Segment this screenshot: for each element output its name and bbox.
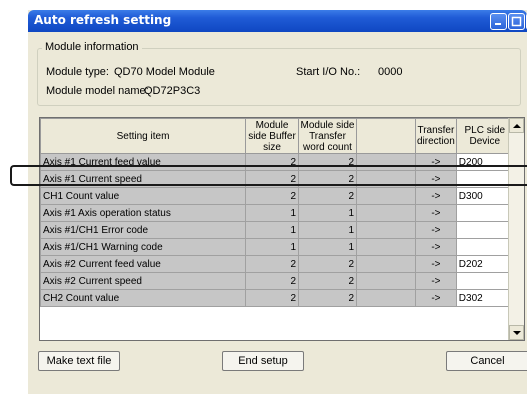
- blank-cell: [356, 187, 416, 205]
- transfer-direction-cell: ->: [415, 255, 457, 273]
- transfer-direction-cell: ->: [415, 221, 457, 239]
- blank-cell: [356, 272, 416, 290]
- transfer-direction-cell: ->: [415, 238, 457, 256]
- transfer-word-count-cell: 2: [298, 187, 357, 205]
- module-type-label: Module type:: [46, 66, 109, 78]
- transfer-word-count-cell: 2: [298, 153, 357, 171]
- transfer-direction-cell: ->: [415, 289, 457, 307]
- transfer-direction-cell: ->: [415, 187, 457, 205]
- header-buffer-size: Module side Buffer size: [245, 118, 299, 154]
- buffer-size-cell: 2: [245, 153, 299, 171]
- blank-cell: [356, 221, 416, 239]
- buffer-size-cell: 1: [245, 204, 299, 222]
- transfer-direction-cell: ->: [415, 272, 457, 290]
- scroll-up-icon[interactable]: [509, 118, 524, 133]
- transfer-word-count-cell: 2: [298, 255, 357, 273]
- scroll-down-icon[interactable]: [509, 325, 524, 340]
- module-model-label: Module model name:: [46, 85, 149, 97]
- module-model-value: QD72P3C3: [144, 85, 201, 97]
- setting-item-cell: CH2 Count value: [40, 289, 246, 307]
- transfer-word-count-cell: 1: [298, 221, 357, 239]
- table-row[interactable]: Axis #1/CH1 Warning code 1 1 ->: [40, 238, 514, 256]
- buffer-size-cell: 2: [245, 289, 299, 307]
- maximize-icon[interactable]: [508, 13, 525, 30]
- header-setting-item: Setting item: [40, 118, 246, 154]
- transfer-word-count-cell: 1: [298, 204, 357, 222]
- settings-table: Setting item Module side Buffer size Mod…: [40, 118, 514, 307]
- plc-device-cell[interactable]: D202: [455, 255, 514, 273]
- transfer-word-count-cell: 2: [298, 289, 357, 307]
- buffer-size-cell: 2: [245, 187, 299, 205]
- plc-device-cell[interactable]: [455, 238, 514, 256]
- table-row[interactable]: Axis #2 Current speed 2 2 ->: [40, 272, 514, 290]
- make-text-file-button[interactable]: Make text file: [38, 351, 120, 371]
- table-row[interactable]: Axis #2 Current feed value 2 2 -> D202: [40, 255, 514, 273]
- auto-refresh-grid[interactable]: Setting item Module side Buffer size Mod…: [39, 117, 525, 341]
- transfer-direction-cell: ->: [415, 170, 457, 188]
- setting-item-cell: Axis #1/CH1 Warning code: [40, 238, 246, 256]
- table-row[interactable]: Axis #1 Current feed value 2 2 -> D200: [40, 153, 514, 171]
- transfer-direction-cell: ->: [415, 204, 457, 222]
- setting-item-cell: Axis #2 Current feed value: [40, 255, 246, 273]
- blank-cell: [356, 289, 416, 307]
- setting-item-cell: Axis #1 Axis operation status: [40, 204, 246, 222]
- transfer-direction-cell: ->: [415, 153, 457, 171]
- table-row[interactable]: Axis #1 Current speed 2 2 ->: [40, 170, 514, 188]
- auto-refresh-dialog: Auto refresh setting Module information …: [28, 10, 527, 394]
- header-transfer-word-count: Module side Transfer word count: [298, 118, 357, 154]
- blank-cell: [356, 204, 416, 222]
- module-information-legend: Module information: [42, 41, 142, 53]
- table-row[interactable]: Axis #1 Axis operation status 1 1 ->: [40, 204, 514, 222]
- buffer-size-cell: 2: [245, 170, 299, 188]
- table-row[interactable]: Axis #1/CH1 Error code 1 1 ->: [40, 221, 514, 239]
- end-setup-button[interactable]: End setup: [222, 351, 304, 371]
- header-transfer-direction: Transfer direction: [415, 118, 457, 154]
- transfer-word-count-cell: 2: [298, 170, 357, 188]
- buffer-size-cell: 1: [245, 238, 299, 256]
- blank-cell: [356, 153, 416, 171]
- plc-device-cell[interactable]: D200: [455, 153, 514, 171]
- table-row[interactable]: CH2 Count value 2 2 -> D302: [40, 289, 514, 307]
- plc-device-cell[interactable]: [455, 272, 514, 290]
- setting-item-cell: Axis #2 Current speed: [40, 272, 246, 290]
- header-blank: [356, 118, 416, 154]
- setting-item-cell: CH1 Count value: [40, 187, 246, 205]
- plc-device-cell[interactable]: [455, 170, 514, 188]
- buffer-size-cell: 2: [245, 255, 299, 273]
- minimize-icon[interactable]: [490, 13, 507, 30]
- cancel-button[interactable]: Cancel: [446, 351, 527, 371]
- setting-item-cell: Axis #1 Current speed: [40, 170, 246, 188]
- plc-device-cell[interactable]: D302: [455, 289, 514, 307]
- title-bar[interactable]: Auto refresh setting: [28, 10, 527, 32]
- buffer-size-cell: 1: [245, 221, 299, 239]
- transfer-word-count-cell: 1: [298, 238, 357, 256]
- table-row[interactable]: CH1 Count value 2 2 -> D300: [40, 187, 514, 205]
- window-title: Auto refresh setting: [34, 13, 172, 27]
- setting-item-cell: Axis #1 Current feed value: [40, 153, 246, 171]
- plc-device-cell[interactable]: [455, 204, 514, 222]
- setting-item-cell: Axis #1/CH1 Error code: [40, 221, 246, 239]
- plc-device-cell[interactable]: D300: [455, 187, 514, 205]
- module-type-value: QD70 Model Module: [114, 66, 215, 78]
- transfer-word-count-cell: 2: [298, 272, 357, 290]
- buffer-size-cell: 2: [245, 272, 299, 290]
- header-plc-device: PLC side Device: [455, 118, 514, 154]
- blank-cell: [356, 255, 416, 273]
- module-information-group: [37, 48, 521, 106]
- start-io-value: 0000: [378, 66, 403, 78]
- blank-cell: [356, 238, 416, 256]
- blank-cell: [356, 170, 416, 188]
- grid-scrollbar[interactable]: [508, 118, 524, 340]
- start-io-label: Start I/O No.:: [296, 66, 361, 78]
- plc-device-cell[interactable]: [455, 221, 514, 239]
